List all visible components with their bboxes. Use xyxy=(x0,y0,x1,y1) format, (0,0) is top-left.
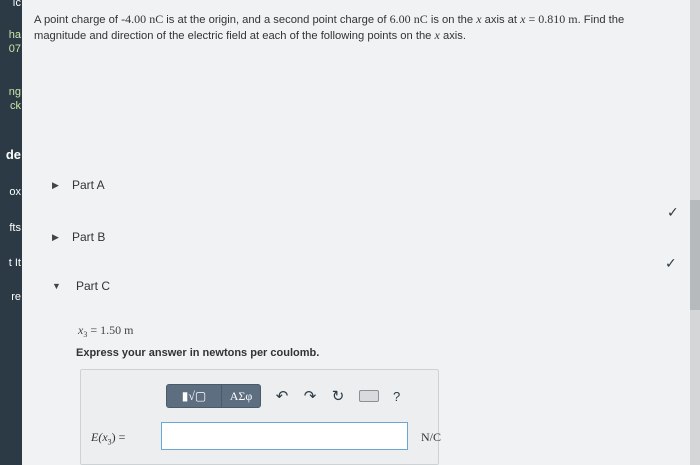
caret-right-icon: ▶ xyxy=(52,231,59,242)
sidebar-item[interactable]: 07 xyxy=(0,43,22,55)
left-sidebar: ıc ha 07 ng ck de ox fts t It re xyxy=(0,0,22,465)
reset-icon[interactable]: ↻ xyxy=(331,387,345,405)
sidebar-item[interactable]: de xyxy=(0,147,22,162)
redo-icon[interactable]: ↷ xyxy=(303,387,317,405)
answer-instruction: Express your answer in newtons per coulo… xyxy=(76,347,320,359)
sidebar-item[interactable]: ck xyxy=(0,100,22,112)
part-c-label: Part C xyxy=(76,279,111,293)
problem-panel: A point charge of -4.00 nC is at the ori… xyxy=(22,0,692,465)
sidebar-item[interactable]: ıc xyxy=(0,0,22,9)
math-toolbar: ▮√▢ ΑΣφ ↶ ↷ ↻ ? xyxy=(166,383,400,409)
greek-symbols-button[interactable]: ΑΣφ xyxy=(221,384,261,408)
caret-down-icon: ▼ xyxy=(52,281,61,291)
undo-icon[interactable]: ↶ xyxy=(275,387,289,405)
sidebar-item[interactable]: ha xyxy=(0,29,22,41)
caret-right-icon: ▶ xyxy=(52,179,59,190)
templates-button[interactable]: ▮√▢ xyxy=(166,384,222,408)
sidebar-item[interactable]: ox xyxy=(0,186,22,198)
unit-label: N/C xyxy=(421,430,442,444)
x3-value: x3 = 1.50 m xyxy=(78,323,134,340)
part-b-label: Part B xyxy=(72,230,106,244)
question-text: A point charge of -4.00 nC is at the ori… xyxy=(34,12,625,42)
keyboard-icon[interactable] xyxy=(359,390,379,402)
part-b-header[interactable]: ▶ Part B xyxy=(52,230,105,244)
answer-input[interactable] xyxy=(161,422,408,450)
sidebar-item[interactable]: fts xyxy=(0,222,22,234)
part-a-header[interactable]: ▶ Part A xyxy=(52,178,105,192)
sidebar-item[interactable]: ng xyxy=(0,86,22,98)
part-c-header[interactable]: ▼ Part C xyxy=(52,279,110,293)
part-a-label: Part A xyxy=(72,178,105,192)
checkmark-icon: ✓ xyxy=(665,255,677,271)
scrollbar-thumb[interactable] xyxy=(690,200,700,310)
equation-label: E(x3) = xyxy=(91,430,126,447)
sidebar-item[interactable]: t It xyxy=(0,257,22,269)
help-button[interactable]: ? xyxy=(393,389,400,404)
sidebar-item[interactable]: re xyxy=(0,291,22,303)
answer-box: ▮√▢ ΑΣφ ↶ ↷ ↻ ? E(x3) = N/C xyxy=(80,369,442,465)
checkmark-icon: ✓ xyxy=(667,204,679,220)
